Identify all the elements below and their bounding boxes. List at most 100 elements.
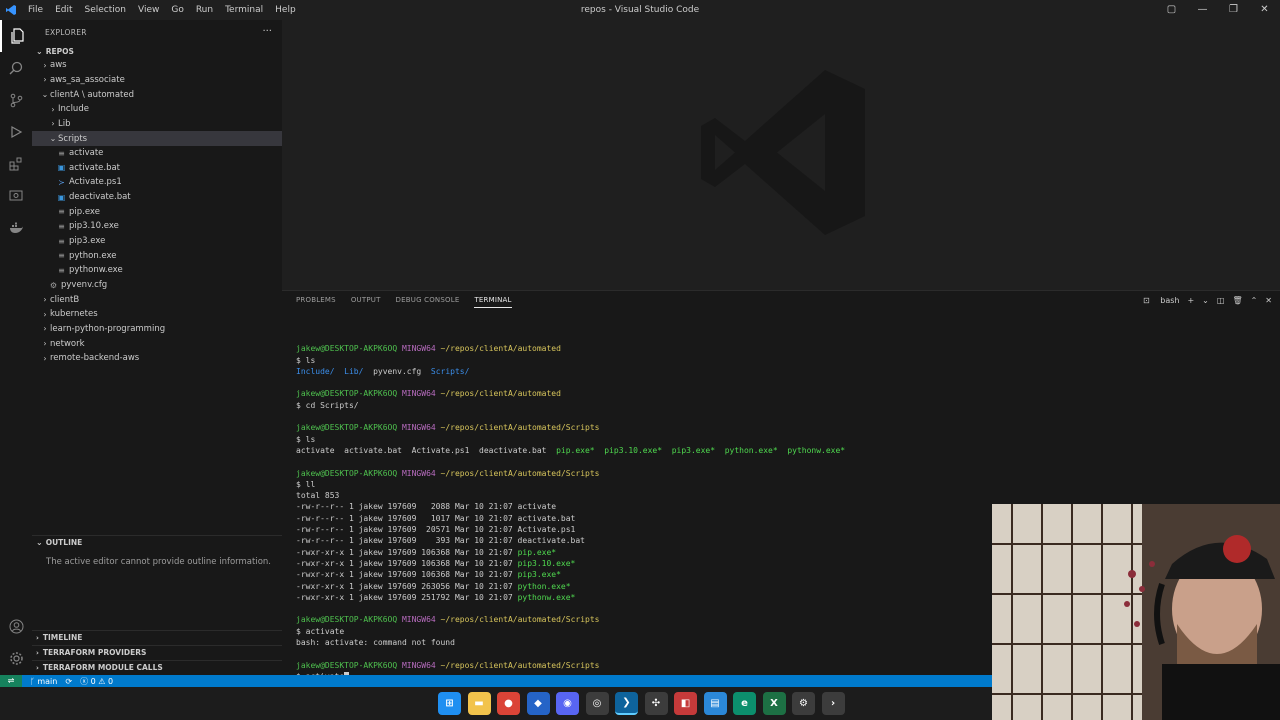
menu-item-file[interactable]: File — [22, 0, 49, 20]
menu-item-help[interactable]: Help — [269, 0, 302, 20]
file-explorer-icon[interactable]: ▬ — [467, 692, 491, 715]
minimize-button[interactable]: — — [1187, 0, 1218, 20]
terminal-segment: -rw-r--r-- 1 jakew 197609 393 Mar 10 21:… — [296, 536, 585, 546]
error-count: 0 — [90, 676, 96, 686]
menu-item-go[interactable]: Go — [165, 0, 189, 20]
terraform-module-calls-section-header[interactable]: › TERRAFORM MODULE CALLS — [32, 660, 282, 674]
terminal-icon[interactable]: › — [821, 692, 845, 715]
close-button[interactable]: ✕ — [1249, 0, 1280, 20]
app-red-icon[interactable]: ◧ — [674, 692, 697, 715]
tab-terminal[interactable]: TERMINAL — [474, 296, 512, 308]
edge-icon[interactable]: e — [733, 692, 756, 715]
menu-item-edit[interactable]: Edit — [49, 0, 78, 20]
maximize-panel-icon[interactable]: ⌃ — [1251, 296, 1258, 305]
tree-folder[interactable]: › aws_sa_associate — [32, 73, 282, 88]
split-terminal-icon[interactable]: ◫ — [1217, 296, 1225, 305]
tree-folder[interactable]: ⌄ Scripts — [32, 131, 282, 146]
tab-debug-console[interactable]: DEBUG CONSOLE — [396, 296, 460, 308]
obs-icon[interactable]: ◎ — [585, 692, 609, 715]
terminal-segment: pip3.10.exe* — [604, 445, 663, 455]
terminal-line: -rwxr-xr-x 1 jakew 197609 106368 Mar 10 … — [296, 569, 845, 580]
tree-file[interactable]: ≡ python.exe — [32, 248, 282, 263]
tree-folder[interactable]: › Lib — [32, 117, 282, 132]
tree-folder[interactable]: › clientB — [32, 292, 282, 307]
tree-folder[interactable]: › kubernetes — [32, 307, 282, 322]
terminal-segment: -rwxr-xr-x 1 jakew 197609 106368 Mar 10 … — [296, 558, 518, 568]
new-terminal-icon[interactable]: + — [1187, 296, 1194, 305]
app-blue-icon[interactable]: ◆ — [526, 692, 550, 715]
chrome-icon[interactable]: ● — [497, 692, 520, 715]
tree-file[interactable]: ≡ pip3.exe — [32, 234, 282, 249]
outline-section-header[interactable]: ⌄ OUTLINE — [32, 535, 282, 549]
chevron-right-icon: › — [51, 119, 55, 129]
editor-area[interactable] — [282, 20, 1280, 290]
tab-problems[interactable]: PROBLEMS — [296, 296, 336, 308]
tree-folder[interactable]: › network — [32, 336, 282, 351]
explorer-icon[interactable] — [0, 20, 32, 52]
discord-icon[interactable]: ◉ — [556, 692, 579, 715]
run-debug-icon[interactable] — [0, 116, 32, 148]
terraform-providers-section-header[interactable]: › TERRAFORM PROVIDERS — [32, 645, 282, 659]
remote-indicator-icon[interactable]: ⇌ — [0, 675, 22, 687]
terminal-line: -rwxr-xr-x 1 jakew 197609 251792 Mar 10 … — [296, 592, 845, 603]
menu-item-run[interactable]: Run — [190, 0, 219, 20]
menu-item-terminal[interactable]: Terminal — [219, 0, 269, 20]
tree-folder[interactable]: › Include — [32, 102, 282, 117]
trash-icon[interactable]: 🗑 — [1232, 296, 1242, 305]
source-control-icon[interactable] — [0, 84, 32, 116]
settings-gear-icon[interactable]: ⚙ — [792, 692, 815, 715]
excel-icon[interactable]: X — [762, 692, 786, 715]
terminal-line: jakew@DESKTOP-AKPK6OQ MINGW64 ~/repos/cl… — [296, 388, 845, 399]
problems-indicator[interactable]: ⓧ 0 ⚠ 0 — [80, 676, 113, 687]
branch-indicator[interactable]: ᚴ main — [30, 677, 57, 686]
tree-file[interactable]: ⚙ pyvenv.cfg — [32, 278, 282, 293]
tree-file[interactable]: ≡ activate — [32, 146, 282, 161]
extensions-icon[interactable] — [0, 148, 32, 180]
more-actions-icon[interactable]: ··· — [262, 26, 272, 37]
terminal-segment — [595, 446, 605, 455]
tree-file[interactable]: ≡ pythonw.exe — [32, 263, 282, 278]
branch-name: main — [37, 676, 58, 686]
terminal-segment: MINGW64 — [401, 615, 436, 625]
terminal-segment: activate activate.bat Activate.ps1 deact… — [296, 445, 557, 455]
layout-icon[interactable]: ▢ — [1156, 0, 1187, 20]
tree-file[interactable]: ≡ pip3.10.exe — [32, 219, 282, 234]
tree-item-label: learn-python-programming — [50, 323, 166, 334]
terminal-shell-selector[interactable]: ⊡ bash — [1135, 296, 1179, 305]
chevron-down-icon[interactable]: ⌄ — [1202, 296, 1209, 305]
account-icon[interactable] — [0, 610, 32, 642]
tree-folder[interactable]: › aws — [32, 58, 282, 73]
tab-output[interactable]: OUTPUT — [351, 296, 381, 308]
tree-file[interactable]: ≡ pip.exe — [32, 205, 282, 220]
docker-icon[interactable] — [0, 212, 32, 244]
settings-icon[interactable] — [0, 642, 32, 674]
vscode-icon[interactable]: ❯ — [615, 692, 638, 715]
tree-folder[interactable]: ⌄ clientA \ automated — [32, 87, 282, 102]
repos-section-header[interactable]: ⌄ REPOS — [32, 44, 282, 58]
explorer-header: EXPLORER — [45, 27, 87, 37]
menu-item-view[interactable]: View — [132, 0, 165, 20]
slack-icon[interactable]: ✣ — [644, 692, 668, 715]
menu-item-selection[interactable]: Selection — [79, 0, 132, 20]
terminal-segment: $ ls — [296, 355, 316, 365]
config-file-icon: ⚙ — [49, 280, 58, 290]
timeline-section-header[interactable]: › TIMELINE — [32, 630, 282, 644]
tree-folder[interactable]: › learn-python-programming — [32, 322, 282, 337]
tree-file[interactable]: ▣ deactivate.bat — [32, 190, 282, 205]
search-icon[interactable] — [0, 52, 32, 84]
tree-file[interactable]: ▣ activate.bat — [32, 161, 282, 176]
sync-icon[interactable]: ⟳ — [65, 677, 72, 686]
taskbar-apps: ⊞ ▬ ● ◆ ◉ ◎ ❯ ✣ ◧ ▤ e X ⚙ › — [438, 692, 851, 715]
notepad-icon[interactable]: ▤ — [703, 692, 727, 715]
tree-file[interactable]: ≻ Activate.ps1 — [32, 175, 282, 190]
maximize-button[interactable]: ❐ — [1218, 0, 1249, 20]
remote-explorer-icon[interactable] — [0, 180, 32, 212]
windows-start-icon[interactable]: ⊞ — [438, 692, 461, 715]
terminal-segment: pythonw.exe* — [787, 445, 846, 455]
close-panel-icon[interactable]: ✕ — [1265, 296, 1272, 305]
tree-item-label: pip3.10.exe — [69, 221, 119, 232]
terminal-output[interactable]: jakew@DESKTOP-AKPK6OQ MINGW64 ~/repos/cl… — [296, 332, 845, 682]
tree-folder[interactable]: › remote-backend-aws — [32, 351, 282, 366]
git-branch-icon: ᚴ — [30, 676, 35, 686]
activity-bar — [0, 20, 32, 675]
